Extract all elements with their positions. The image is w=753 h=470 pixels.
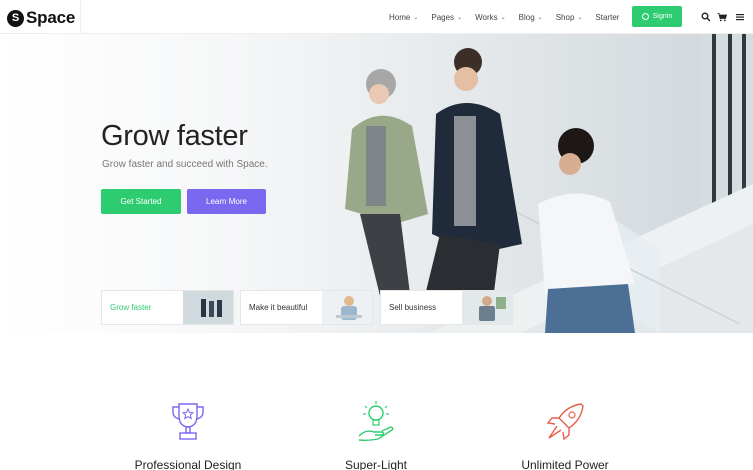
rocket-icon (546, 403, 584, 441)
chevron-down-icon: ⌄ (413, 14, 419, 21)
get-started-button[interactable]: Get Started (101, 189, 181, 214)
nav-item-home[interactable]: Home ⌄ (389, 13, 418, 22)
user-circle-icon (641, 13, 649, 20)
hero-subtitle: Grow faster and succeed with Space. (102, 159, 268, 170)
card-thumbnail (322, 291, 372, 324)
feature-title: Professional Design (134, 458, 242, 470)
signin-button[interactable]: Signin (632, 6, 682, 27)
logo-text: Space (26, 8, 76, 27)
card-label: Sell business (389, 303, 437, 312)
card-label: Make it beautiful (249, 303, 308, 312)
nav-item-works[interactable]: Works ⌄ (475, 13, 506, 22)
feature-super-light: Super-Light (306, 400, 446, 470)
nav-label: Works (475, 12, 498, 22)
feature-professional-design: Professional Design (118, 400, 258, 470)
cart-icon[interactable] (717, 12, 727, 22)
header-divider (80, 0, 81, 34)
nav-item-pages[interactable]: Pages ⌄ (431, 13, 462, 22)
nav-label: Shop (555, 12, 575, 22)
card-label: Grow faster (110, 303, 152, 312)
hero-section: Grow faster Grow faster and succeed with… (0, 34, 753, 333)
hero-card-sell-business[interactable]: Sell business (380, 290, 513, 325)
search-icon[interactable] (701, 12, 711, 22)
hero-title: Grow faster (101, 120, 248, 152)
lightbulb-hand-icon (358, 401, 394, 442)
chevron-down-icon: ⌄ (577, 14, 583, 21)
feature-title: Super-Light (344, 458, 408, 470)
brand-logo[interactable]: S Space (7, 8, 75, 28)
trophy-icon (172, 403, 204, 440)
nav-item-shop[interactable]: Shop ⌄ (556, 13, 583, 22)
card-thumbnail (462, 291, 512, 324)
signin-label: Signin (652, 13, 673, 20)
chevron-down-icon: ⌄ (457, 14, 463, 21)
logo-badge: S (7, 9, 24, 27)
feature-title: Unlimited Power (521, 458, 609, 470)
menu-icon[interactable] (735, 12, 745, 22)
hero-card-make-it-beautiful[interactable]: Make it beautiful (240, 290, 373, 325)
chevron-down-icon: ⌄ (537, 14, 543, 21)
hero-card-grow-faster[interactable]: Grow faster (101, 290, 234, 325)
nav-item-starter[interactable]: Starter (595, 13, 619, 22)
site-header: S Space Home ⌄ Pages ⌄ Works ⌄ Blog ⌄ Shop ⌄ … (0, 0, 753, 34)
feature-unlimited-power: Unlimited Power (495, 400, 635, 470)
nav-item-blog[interactable]: Blog ⌄ (519, 13, 543, 22)
nav-label: Pages (431, 12, 455, 22)
nav-label: Starter (595, 12, 620, 22)
chevron-down-icon: ⌄ (500, 14, 506, 21)
hero-background-image (345, 34, 753, 333)
nav-label: Blog (518, 12, 535, 22)
main-nav: Home ⌄ Pages ⌄ Works ⌄ Blog ⌄ Shop ⌄ Starter (389, 0, 619, 34)
nav-label: Home (389, 12, 411, 22)
learn-more-button[interactable]: Learn More (187, 189, 266, 214)
card-thumbnail (183, 291, 233, 324)
